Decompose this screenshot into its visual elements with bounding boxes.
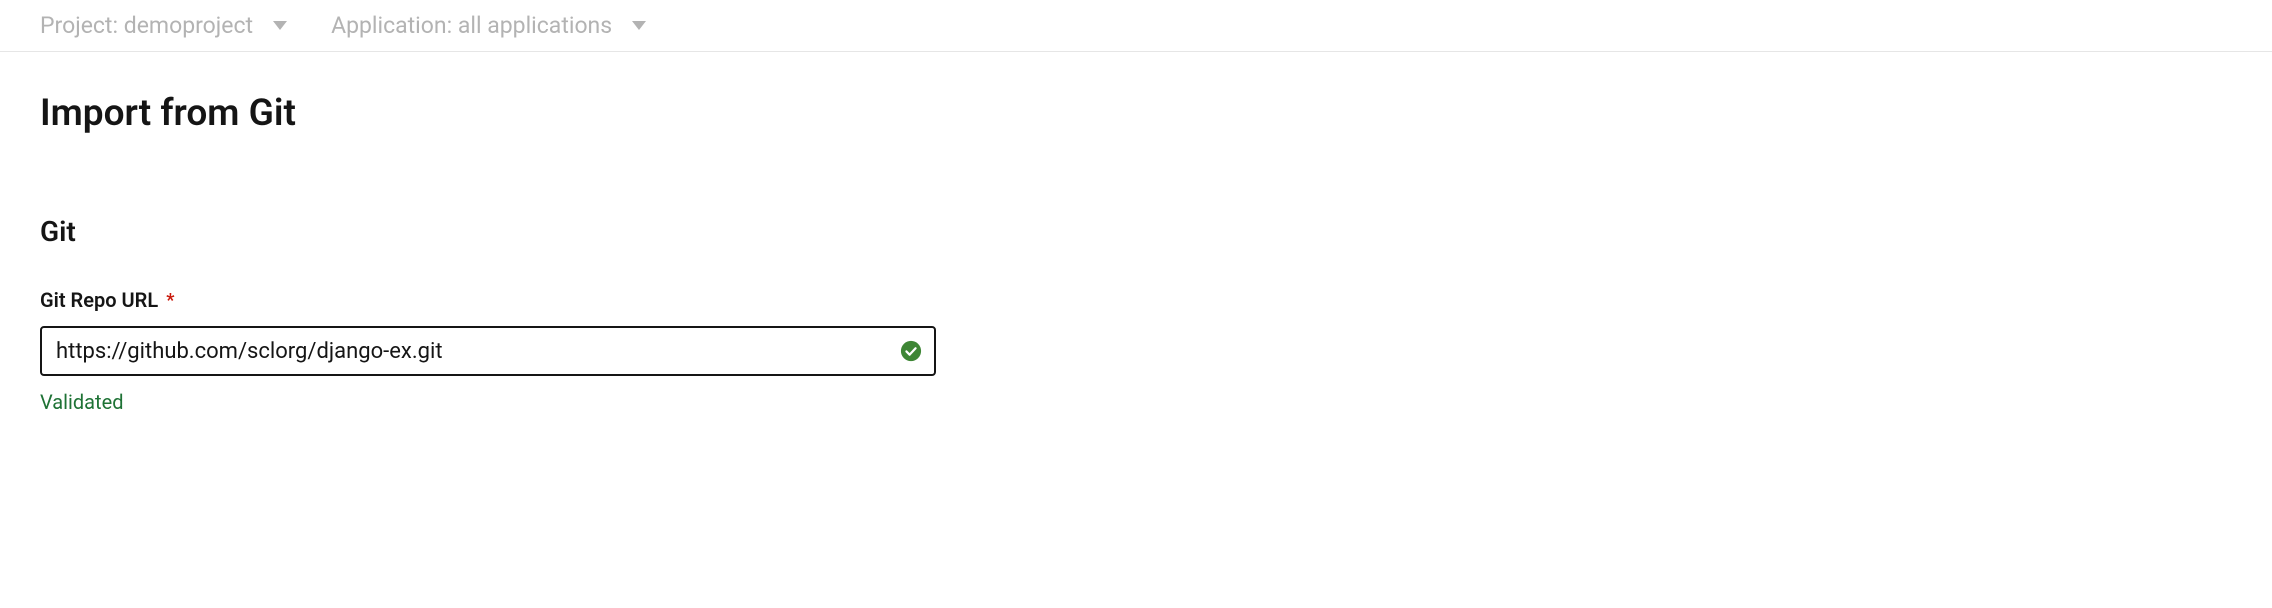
- git-repo-url-input-wrapper: [40, 326, 936, 376]
- validation-status: Validated: [40, 390, 2232, 414]
- field-label-text: Git Repo URL: [40, 288, 158, 312]
- topbar: Project: demoproject Application: all ap…: [0, 0, 2272, 52]
- git-repo-url-input[interactable]: [40, 326, 936, 376]
- main-content: Import from Git Git Git Repo URL * Valid…: [0, 52, 2272, 414]
- application-dropdown-label: Application: all applications: [331, 12, 612, 39]
- git-section-heading: Git: [40, 215, 2232, 248]
- project-dropdown[interactable]: Project: demoproject: [40, 12, 287, 39]
- git-repo-url-label: Git Repo URL *: [40, 288, 2232, 312]
- page-title: Import from Git: [40, 92, 2232, 135]
- required-asterisk: *: [166, 290, 174, 311]
- application-dropdown[interactable]: Application: all applications: [331, 12, 646, 39]
- project-dropdown-label: Project: demoproject: [40, 12, 253, 39]
- caret-down-icon: [273, 21, 287, 30]
- caret-down-icon: [632, 21, 646, 30]
